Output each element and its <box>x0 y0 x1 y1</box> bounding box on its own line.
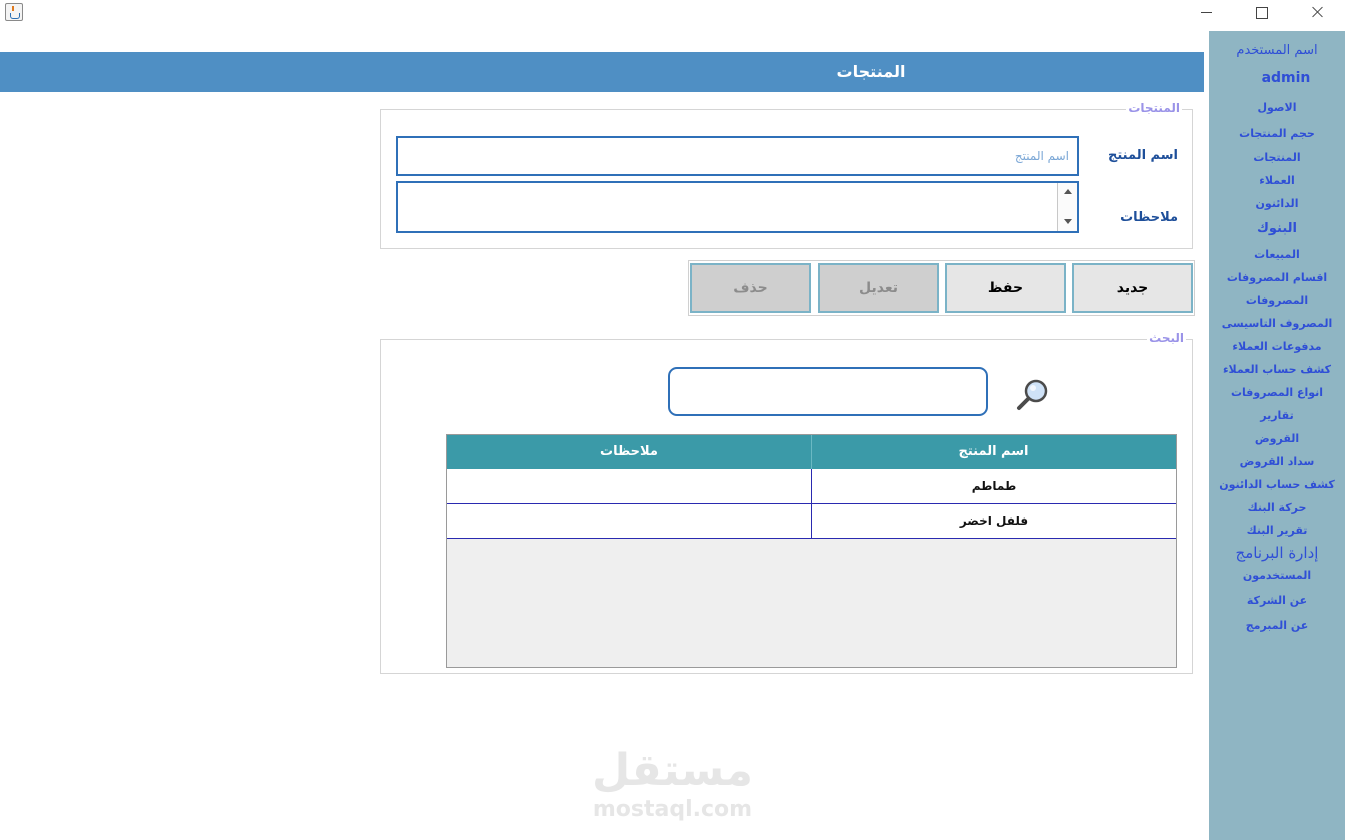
product-name-input[interactable] <box>396 136 1079 176</box>
new-button[interactable]: جديد <box>1072 263 1193 313</box>
sidebar-item-program-management[interactable]: إدارة البرنامج <box>1209 544 1345 562</box>
page-header: المنتجات <box>0 52 1204 92</box>
delete-button[interactable]: حذف <box>690 263 811 313</box>
username: admin <box>1261 70 1311 86</box>
search-legend: البحث <box>1147 331 1186 345</box>
sidebar-item-about-programmer[interactable]: عن المبرمج <box>1209 619 1345 632</box>
sidebar-item-creditor-statement[interactable]: كشف حساب الدائنون <box>1209 478 1345 491</box>
sidebar-item-users[interactable]: المستخدمون <box>1209 569 1345 582</box>
user-label: اسم المستخدم <box>1236 43 1318 58</box>
table-row[interactable]: طماطم <box>447 469 1176 504</box>
sidebar-item-loans[interactable]: القروض <box>1209 432 1345 445</box>
java-cup-icon <box>5 3 23 21</box>
cell-notes <box>447 504 811 539</box>
scroll-down-icon[interactable] <box>1064 219 1072 224</box>
sidebar-item-bank-movement[interactable]: حركة البنك <box>1209 501 1345 514</box>
sidebar-item-customer-payments[interactable]: مدفوعات العملاء <box>1209 340 1345 353</box>
sidebar-item-loan-repayment[interactable]: سداد القروض <box>1209 455 1345 468</box>
magnifier-icon[interactable] <box>1015 377 1051 413</box>
sidebar-item-about-company[interactable]: عن الشركة <box>1209 594 1345 607</box>
sidebar-item-bank-report[interactable]: تقرير البنك <box>1209 524 1345 537</box>
save-button[interactable]: حفظ <box>945 263 1066 313</box>
watermark-latin: mostaql.com <box>592 797 753 822</box>
products-legend: المنتجات <box>1126 101 1182 115</box>
sidebar-item-customer-statement[interactable]: كشف حساب العملاء <box>1209 363 1345 376</box>
sidebar-item-banks[interactable]: البنوك <box>1209 221 1345 236</box>
sidebar: اسم المستخدم admin الاصول حجم المنتجات ا… <box>1209 31 1345 840</box>
column-header-name[interactable]: اسم المنتج <box>811 435 1176 469</box>
close-button[interactable] <box>1297 0 1337 26</box>
sidebar-item-creditors[interactable]: الدائنون <box>1209 197 1345 210</box>
cell-product-name: طماطم <box>811 469 1176 504</box>
sidebar-item-founding-expense[interactable]: المصروف التاسيسى <box>1209 317 1345 330</box>
products-table: اسم المنتج ملاحظات طماطم فلفل اخضر <box>446 434 1177 668</box>
edit-button[interactable]: تعديل <box>818 263 939 313</box>
table-header: اسم المنتج ملاحظات <box>447 435 1176 469</box>
watermark: مستقل mostaql.com <box>560 745 785 823</box>
sidebar-item-expenses[interactable]: المصروفات <box>1209 294 1345 307</box>
page-title: المنتجات <box>836 62 906 81</box>
sidebar-item-sales[interactable]: المبيعات <box>1209 248 1345 261</box>
notes-label: ملاحظات <box>1120 210 1178 225</box>
title-bar <box>0 0 1345 26</box>
sidebar-item-customers[interactable]: العملاء <box>1209 174 1345 187</box>
cell-product-name: فلفل اخضر <box>811 504 1176 539</box>
sidebar-item-products[interactable]: المنتجات <box>1209 151 1345 164</box>
sidebar-item-expense-types[interactable]: انواع المصروفات <box>1209 386 1345 399</box>
sidebar-item-expense-categories[interactable]: اقسام المصروفات <box>1209 271 1345 284</box>
header-divider <box>811 435 812 469</box>
search-input[interactable] <box>668 367 988 416</box>
sidebar-item-product-sizes[interactable]: حجم المنتجات <box>1209 127 1345 140</box>
maximize-button[interactable] <box>1241 0 1281 26</box>
minimize-button[interactable] <box>1186 0 1226 26</box>
watermark-arabic: مستقل <box>592 745 753 796</box>
cell-notes <box>447 469 811 504</box>
sidebar-item-assets[interactable]: الاصول <box>1209 101 1345 114</box>
scroll-up-icon[interactable] <box>1064 189 1072 194</box>
product-name-label: اسم المنتج <box>1108 148 1178 163</box>
sidebar-item-reports[interactable]: تقارير <box>1209 409 1345 422</box>
table-row[interactable]: فلفل اخضر <box>447 504 1176 539</box>
column-header-notes[interactable]: ملاحظات <box>447 435 811 469</box>
notes-textarea[interactable] <box>396 181 1079 233</box>
notes-scrollbar[interactable] <box>1057 183 1077 231</box>
app-window: المنتجات اسم المستخدم admin الاصول حجم ا… <box>0 0 1345 840</box>
